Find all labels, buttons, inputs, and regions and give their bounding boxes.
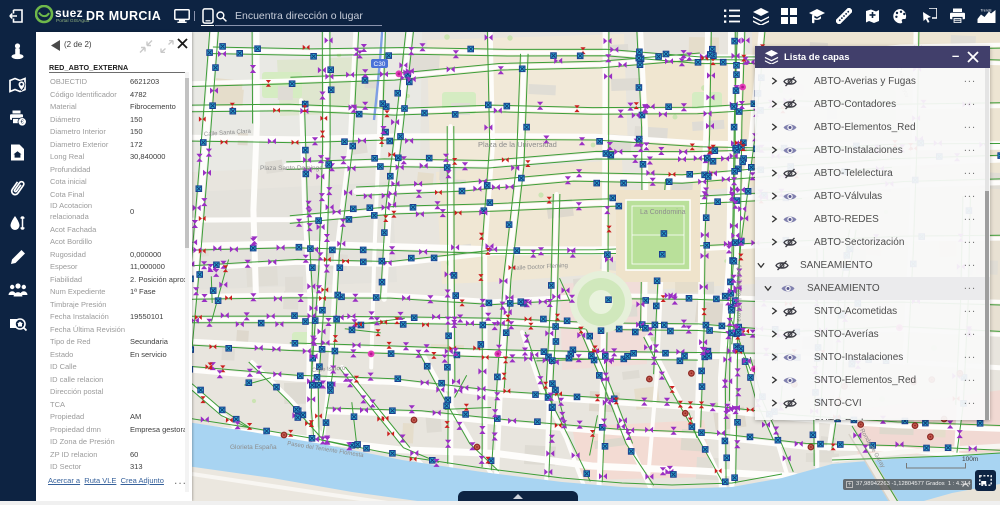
svg-text:Trends: Trends xyxy=(980,9,991,13)
svg-text:C30: C30 xyxy=(374,61,386,68)
svg-text:Plaza de la Universidad: Plaza de la Universidad xyxy=(478,140,557,149)
svg-text:Glorieta España: Glorieta España xyxy=(230,444,277,451)
svg-text:Plaza Santo Domingo: Plaza Santo Domingo xyxy=(260,165,323,172)
svg-text:La Condomina: La Condomina xyxy=(640,209,686,216)
svg-text:Avenida de la Fama: Avenida de la Fama xyxy=(735,264,742,322)
svg-text:€: € xyxy=(21,120,24,126)
